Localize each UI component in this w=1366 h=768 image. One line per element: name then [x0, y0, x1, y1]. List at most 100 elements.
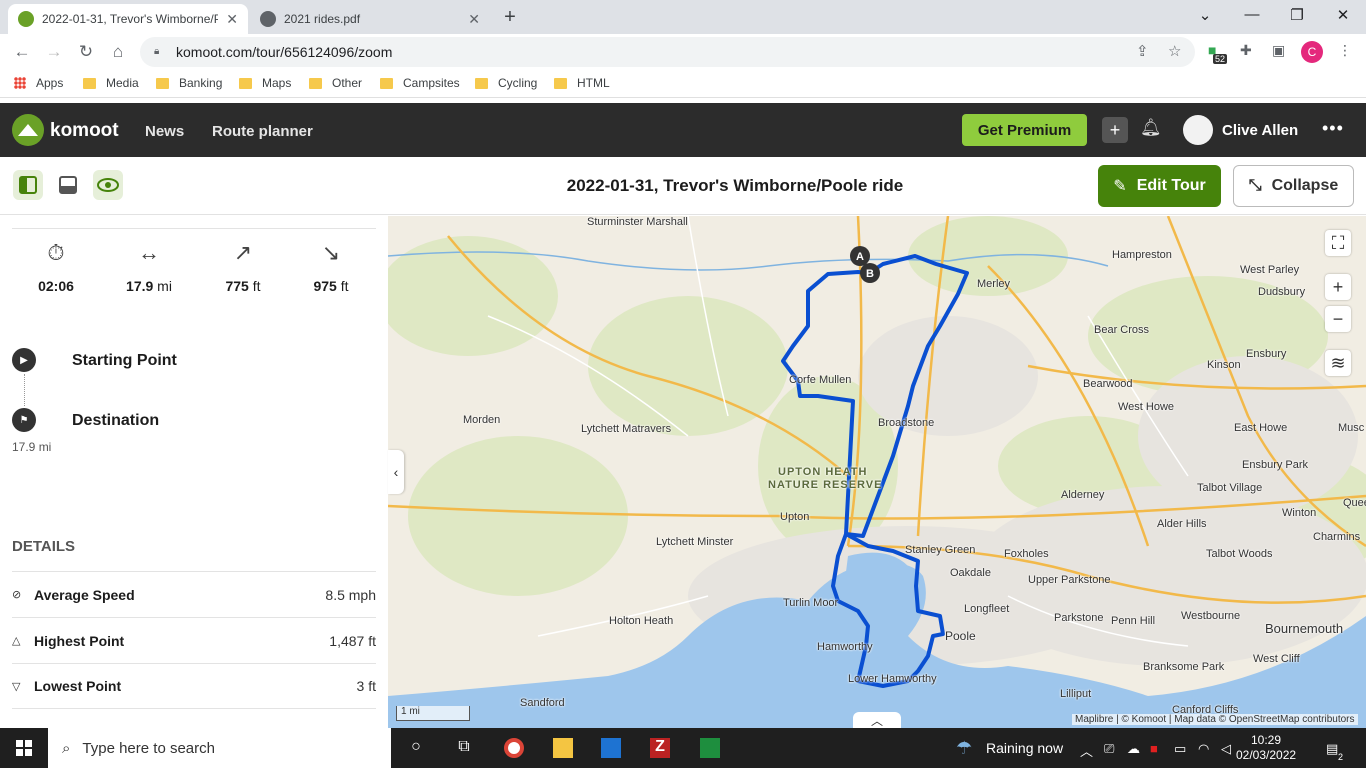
new-tab-button[interactable]: + — [500, 6, 520, 29]
volume-icon[interactable]: ◁ — [1221, 741, 1231, 757]
task-view-icon[interactable]: ⧉ — [454, 738, 474, 758]
home-button[interactable]: ⌂ — [108, 42, 128, 62]
edit-tour-button[interactable]: ✎ Edit Tour — [1098, 165, 1221, 207]
chevron-left-icon[interactable]: ‹ — [388, 450, 404, 494]
bookmark-star-icon[interactable]: ☆ — [1168, 42, 1181, 60]
taskbar-search[interactable]: ⌕ Type here to search — [48, 728, 391, 768]
address-bar[interactable]: 🔒︎ komoot.com/tour/656124096/zoom — [140, 37, 1195, 67]
more-dots-icon[interactable]: ••• — [1322, 118, 1344, 139]
tab-komoot[interactable]: 2022-01-31, Trevor's Wimborne/P ✕ — [8, 4, 248, 34]
destination-label[interactable]: Destination — [72, 412, 159, 430]
details-heading: DETAILS — [12, 538, 76, 555]
stat-distance: ↔ 17.9 mi — [109, 240, 189, 294]
map-label: Parkstone — [1054, 612, 1104, 624]
map-label: Bearwood — [1083, 378, 1133, 390]
flag-icon: ⚑ — [12, 408, 36, 432]
tab-pdf[interactable]: 2021 rides.pdf ✕ — [250, 4, 490, 34]
sidebar-view-button[interactable] — [13, 170, 43, 200]
layers-icon[interactable]: ≋ — [1325, 350, 1351, 376]
browser-tab-strip: 2022-01-31, Trevor's Wimborne/P ✕ 2021 r… — [0, 0, 1366, 34]
route-map[interactable]: A B — [388, 216, 1366, 728]
bookmark-apps[interactable]: Apps — [14, 76, 63, 90]
bell-icon[interactable]: 🔔︎ — [1140, 118, 1162, 138]
close-icon[interactable]: ✕ — [462, 11, 480, 28]
windows-start-icon[interactable] — [16, 740, 32, 756]
sheets-icon[interactable] — [700, 738, 720, 758]
app-tray-icon[interactable]: ■ — [1150, 741, 1158, 756]
map-view-button[interactable] — [93, 170, 123, 200]
map-label: East Howe — [1234, 422, 1288, 434]
filezilla-icon[interactable]: Z — [650, 738, 670, 758]
side-panel-icon[interactable]: ▣ — [1272, 42, 1285, 59]
get-premium-button[interactable]: Get Premium — [962, 114, 1087, 146]
chevron-up-tray-icon[interactable]: ︿ — [1080, 741, 1093, 760]
map-label: Upton — [780, 511, 810, 523]
bookmark-maps[interactable]: Maps — [239, 76, 291, 90]
back-button[interactable]: ← — [12, 42, 32, 62]
triangle-down-icon: ▽ — [12, 680, 21, 693]
notification-icon[interactable]: ▤ — [1326, 741, 1338, 757]
eye-icon — [97, 178, 119, 192]
cortana-icon[interactable]: ○ — [406, 738, 426, 758]
collapse-button[interactable]: ⤡ Collapse — [1233, 165, 1354, 207]
wifi-icon[interactable]: ◠ — [1198, 741, 1209, 757]
reload-button[interactable]: ↻ — [76, 42, 96, 62]
bottom-view-button[interactable] — [53, 170, 83, 200]
plus-icon[interactable]: + — [1102, 117, 1128, 143]
nav-news[interactable]: News — [145, 123, 184, 140]
bookmark-html[interactable]: HTML — [554, 76, 610, 90]
battery-icon[interactable]: ▭ — [1174, 741, 1186, 757]
folder-icon — [156, 77, 169, 89]
bookmark-campsites[interactable]: Campsites — [380, 76, 460, 90]
marker-a: A — [856, 251, 864, 263]
chrome-icon[interactable] — [504, 738, 524, 758]
arrow-up-right-icon: ↗ — [233, 240, 253, 265]
map-label: Branksome Park — [1143, 661, 1225, 673]
komoot-favicon-icon — [18, 11, 34, 27]
map-label: Broadstone — [878, 417, 935, 429]
starting-point-label[interactable]: Starting Point — [72, 352, 177, 370]
bookmark-media[interactable]: Media — [83, 76, 139, 90]
weather-text[interactable]: Raining now — [986, 740, 1063, 756]
map-label: NATURE RESERVE — [768, 479, 883, 491]
fullscreen-icon[interactable]: ⛶ — [1325, 230, 1351, 256]
file-explorer-icon[interactable] — [553, 738, 573, 758]
nav-route-planner[interactable]: Route planner — [212, 123, 313, 140]
menu-dots-icon[interactable]: ⋮ — [1338, 42, 1352, 59]
map-attribution[interactable]: Maplibre | © Komoot | Map data © OpenStr… — [1072, 714, 1358, 725]
maximize-button[interactable]: ❐ — [1287, 6, 1307, 24]
close-window-button[interactable]: ✕ — [1333, 6, 1353, 24]
komoot-brand[interactable]: komoot — [50, 120, 119, 142]
map-canvas: A B — [388, 216, 1366, 728]
bookmark-banking[interactable]: Banking — [156, 76, 222, 90]
share-icon[interactable]: ⇪ — [1136, 42, 1149, 60]
profile-avatar[interactable]: C — [1301, 41, 1323, 63]
forward-button[interactable]: → — [44, 42, 64, 62]
lock-icon: 🔒︎ — [154, 46, 160, 57]
komoot-logo-icon[interactable] — [12, 114, 44, 146]
search-icon: ⌕ — [62, 739, 71, 757]
puzzle-icon[interactable]: ✚ — [1240, 42, 1252, 59]
bookmarks-bar: Apps Media Banking Maps Other Campsites … — [0, 70, 1366, 98]
apps-grid-icon — [14, 77, 26, 89]
zoom-out-icon[interactable]: − — [1325, 306, 1351, 332]
map-label: Turlin Moor — [783, 597, 839, 609]
zoom-in-icon[interactable]: + — [1325, 274, 1351, 300]
bookmark-other[interactable]: Other — [309, 76, 362, 90]
system-clock[interactable]: 10:29 02/03/2022 — [1236, 733, 1296, 763]
detail-row-average-speed: ⊘ Average Speed 8.5 mph — [12, 571, 376, 617]
avatar[interactable] — [1183, 115, 1213, 145]
arrow-down-right-icon: ↘ — [321, 240, 341, 265]
map-scale: 1 mi — [396, 706, 470, 721]
map-label: Corfe Mullen — [789, 374, 852, 386]
map-label: Talbot Village — [1197, 482, 1263, 494]
store-icon[interactable] — [601, 738, 621, 758]
tab-search-icon[interactable]: ⌄ — [1195, 6, 1215, 24]
close-icon[interactable]: ✕ — [220, 11, 238, 28]
camera-icon[interactable]: ⎚ — [1104, 741, 1114, 757]
bookmark-cycling[interactable]: Cycling — [475, 76, 537, 90]
map-label: West Parley — [1240, 264, 1300, 276]
cloud-icon[interactable]: ☁ — [1127, 741, 1140, 757]
user-name[interactable]: Clive Allen — [1222, 122, 1298, 139]
minimize-button[interactable]: — — [1242, 6, 1262, 23]
